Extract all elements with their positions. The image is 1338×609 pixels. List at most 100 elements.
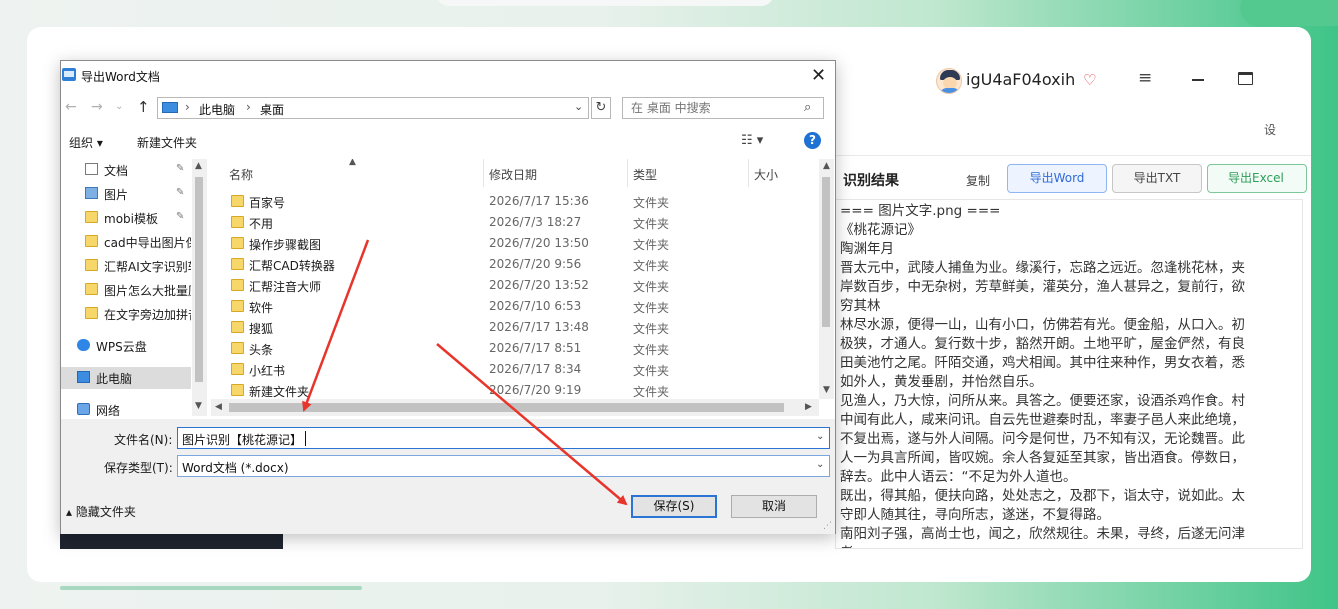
- back-arrow-icon[interactable]: ←: [65, 99, 77, 115]
- file-row[interactable]: 操作步骤截图 2026/7/20 13:50 文件夹: [211, 233, 821, 254]
- chevron-down-icon[interactable]: ⌄: [816, 459, 824, 470]
- scroll-down-icon[interactable]: ▼: [823, 385, 830, 395]
- export-excel-button[interactable]: 导出Excel: [1207, 164, 1307, 193]
- result-line: 陶渊年月: [840, 241, 894, 257]
- save-button[interactable]: 保存(S): [631, 495, 717, 518]
- folder-icon: [85, 283, 98, 295]
- nav-item-this-pc[interactable]: 此电脑: [61, 367, 191, 389]
- chevron-down-icon[interactable]: ⌄: [816, 431, 824, 442]
- dialog-footer: 文件名(N): 图片识别【桃花源记】 ⌄ 保存类型(T): Word文档 (*.…: [61, 419, 835, 534]
- hide-folders-toggle[interactable]: ▴ 隐藏文件夹: [66, 503, 136, 520]
- close-icon[interactable]: ✕: [811, 65, 826, 86]
- export-txt-button[interactable]: 导出TXT: [1112, 164, 1202, 193]
- column-name[interactable]: 名称: [211, 159, 483, 187]
- export-word-button[interactable]: 导出Word: [1007, 164, 1107, 193]
- document-icon: [85, 163, 98, 175]
- folder-icon: [231, 363, 244, 375]
- forward-arrow-icon[interactable]: →: [91, 99, 103, 115]
- filetype-select[interactable]: Word文档 (*.docx) ⌄: [177, 455, 830, 477]
- settings-label[interactable]: 设: [1264, 121, 1276, 138]
- pin-icon[interactable]: ✎: [176, 211, 184, 222]
- cloud-icon: [77, 339, 90, 351]
- new-folder-button[interactable]: 新建文件夹: [137, 134, 197, 151]
- column-date[interactable]: 修改日期: [484, 159, 627, 187]
- search-icon[interactable]: ⌕: [804, 100, 811, 115]
- filename-input[interactable]: 图片识别【桃花源记】 ⌄: [177, 427, 830, 449]
- address-bar[interactable]: › 此电脑 › 桌面 ⌄: [157, 97, 589, 119]
- filename-value: 图片识别【桃花源记】: [182, 433, 303, 447]
- nav-item-folder[interactable]: 在文字旁边加拼音: [61, 303, 191, 325]
- panel-divider: [835, 155, 1311, 156]
- nav-item-folder[interactable]: 汇帮AI文字识别软: [61, 255, 191, 277]
- scrollbar-thumb[interactable]: [822, 177, 830, 327]
- breadcrumb-desktop[interactable]: 桌面: [260, 101, 284, 118]
- resize-grip-icon[interactable]: ⋰: [823, 521, 832, 531]
- result-line: 晋太元中，武陵人捕鱼为业。缘溪行，忘路之远近。忽逢桃花林，夹岸数百步，中无杂树，…: [840, 260, 1245, 314]
- help-icon[interactable]: ?: [804, 132, 821, 149]
- file-row[interactable]: 新建文件夹 2026/7/20 9:19 文件夹: [211, 380, 821, 401]
- file-row[interactable]: 汇帮注音大师 2026/7/20 13:52 文件夹: [211, 275, 821, 296]
- file-vertical-scrollbar[interactable]: ▲ ▼: [819, 159, 834, 399]
- nav-item-mobi-template[interactable]: mobi模板 ✎: [61, 207, 191, 229]
- result-text-area[interactable]: === 图片文字.png === 《桃花源记》 陶渊年月 晋太元中，武陵人捕鱼为…: [835, 199, 1303, 549]
- folder-icon: [231, 195, 244, 207]
- file-row[interactable]: 搜狐 2026/7/17 13:48 文件夹: [211, 317, 821, 338]
- folder-icon: [231, 216, 244, 228]
- up-arrow-icon[interactable]: ↑: [137, 98, 150, 116]
- nav-scrollbar[interactable]: ▲ ▼: [192, 159, 207, 416]
- file-horizontal-scrollbar[interactable]: ◀ ▶: [211, 399, 819, 416]
- organize-button[interactable]: 组织 ▾: [69, 134, 103, 151]
- scroll-down-icon[interactable]: ▼: [195, 401, 202, 411]
- pin-icon[interactable]: ✎: [176, 187, 184, 198]
- folder-icon: [231, 321, 244, 333]
- nav-item-documents[interactable]: 文档 ✎: [61, 159, 191, 181]
- top-right-decor: [1240, 0, 1338, 26]
- file-row[interactable]: 小红书 2026/7/17 8:34 文件夹: [211, 359, 821, 380]
- username[interactable]: igU4aF04oxih: [966, 70, 1075, 89]
- search-box[interactable]: ⌕: [622, 97, 824, 119]
- scroll-up-icon[interactable]: ▲: [823, 161, 830, 171]
- scroll-up-icon[interactable]: ▲: [195, 161, 202, 171]
- scroll-right-icon[interactable]: ▶: [805, 402, 812, 412]
- scroll-left-icon[interactable]: ◀: [215, 402, 222, 412]
- scrollbar-thumb[interactable]: [195, 177, 203, 382]
- maximize-icon[interactable]: [1238, 72, 1253, 85]
- result-line: === 图片文字.png ===: [840, 203, 1001, 219]
- pin-icon[interactable]: ✎: [176, 163, 184, 174]
- refresh-icon[interactable]: ↻: [591, 97, 611, 119]
- caret-up-icon: ▴: [66, 505, 76, 519]
- folder-icon: [231, 300, 244, 312]
- breadcrumb-this-pc[interactable]: 此电脑: [199, 101, 235, 118]
- file-row[interactable]: 头条 2026/7/17 8:51 文件夹: [211, 338, 821, 359]
- column-size[interactable]: 大小: [749, 159, 819, 187]
- result-line: 林尽水源，便得一山，山有小口，仿佛若有光。便金船，从口入。初极狭，才通人。复行数…: [840, 317, 1245, 390]
- user-avatar[interactable]: [936, 68, 962, 94]
- file-row[interactable]: 不用 2026/7/3 18:27 文件夹: [211, 212, 821, 233]
- filetype-label: 保存类型(T):: [104, 461, 173, 475]
- minimize-icon[interactable]: [1192, 79, 1204, 81]
- nav-item-folder[interactable]: cad中导出图片保: [61, 231, 191, 253]
- view-options-icon[interactable]: ☷ ▾: [741, 133, 763, 148]
- nav-item-wps-cloud[interactable]: WPS云盘: [61, 335, 191, 357]
- folder-icon: [231, 237, 244, 249]
- app-icon: [62, 68, 76, 81]
- folder-icon: [85, 211, 98, 223]
- column-type[interactable]: 类型: [628, 159, 748, 187]
- menu-icon[interactable]: ≡: [1138, 68, 1152, 88]
- recent-dropdown-icon[interactable]: ⌄: [115, 101, 123, 112]
- file-row[interactable]: 百家号 2026/7/17 15:36 文件夹: [211, 191, 821, 212]
- navigation-pane: 文档 ✎ 图片 ✎ mobi模板 ✎ cad中导出图片保 汇帮AI文字识别软 图…: [61, 159, 207, 416]
- nav-item-folder[interactable]: 图片怎么大批量压: [61, 279, 191, 301]
- search-input[interactable]: [623, 98, 798, 118]
- cancel-button[interactable]: 取消: [731, 495, 817, 518]
- dark-panel-strip: [60, 532, 283, 549]
- nav-item-network[interactable]: 网络: [61, 399, 191, 416]
- chevron-down-icon[interactable]: ⌄: [574, 100, 583, 113]
- scrollbar-thumb[interactable]: [229, 403, 784, 412]
- result-line: 见渔人，乃大惊，问所从来。具答之。便要还家，设酒杀鸡作食。村中闻有此人，咸来问讯…: [840, 393, 1245, 485]
- nav-item-pictures[interactable]: 图片 ✎: [61, 183, 191, 205]
- file-row[interactable]: 汇帮CAD转换器 2026/7/20 9:56 文件夹: [211, 254, 821, 275]
- bottom-progress-decor: [60, 586, 362, 590]
- copy-button[interactable]: 复制: [966, 172, 990, 189]
- file-row[interactable]: 软件 2026/7/10 6:53 文件夹: [211, 296, 821, 317]
